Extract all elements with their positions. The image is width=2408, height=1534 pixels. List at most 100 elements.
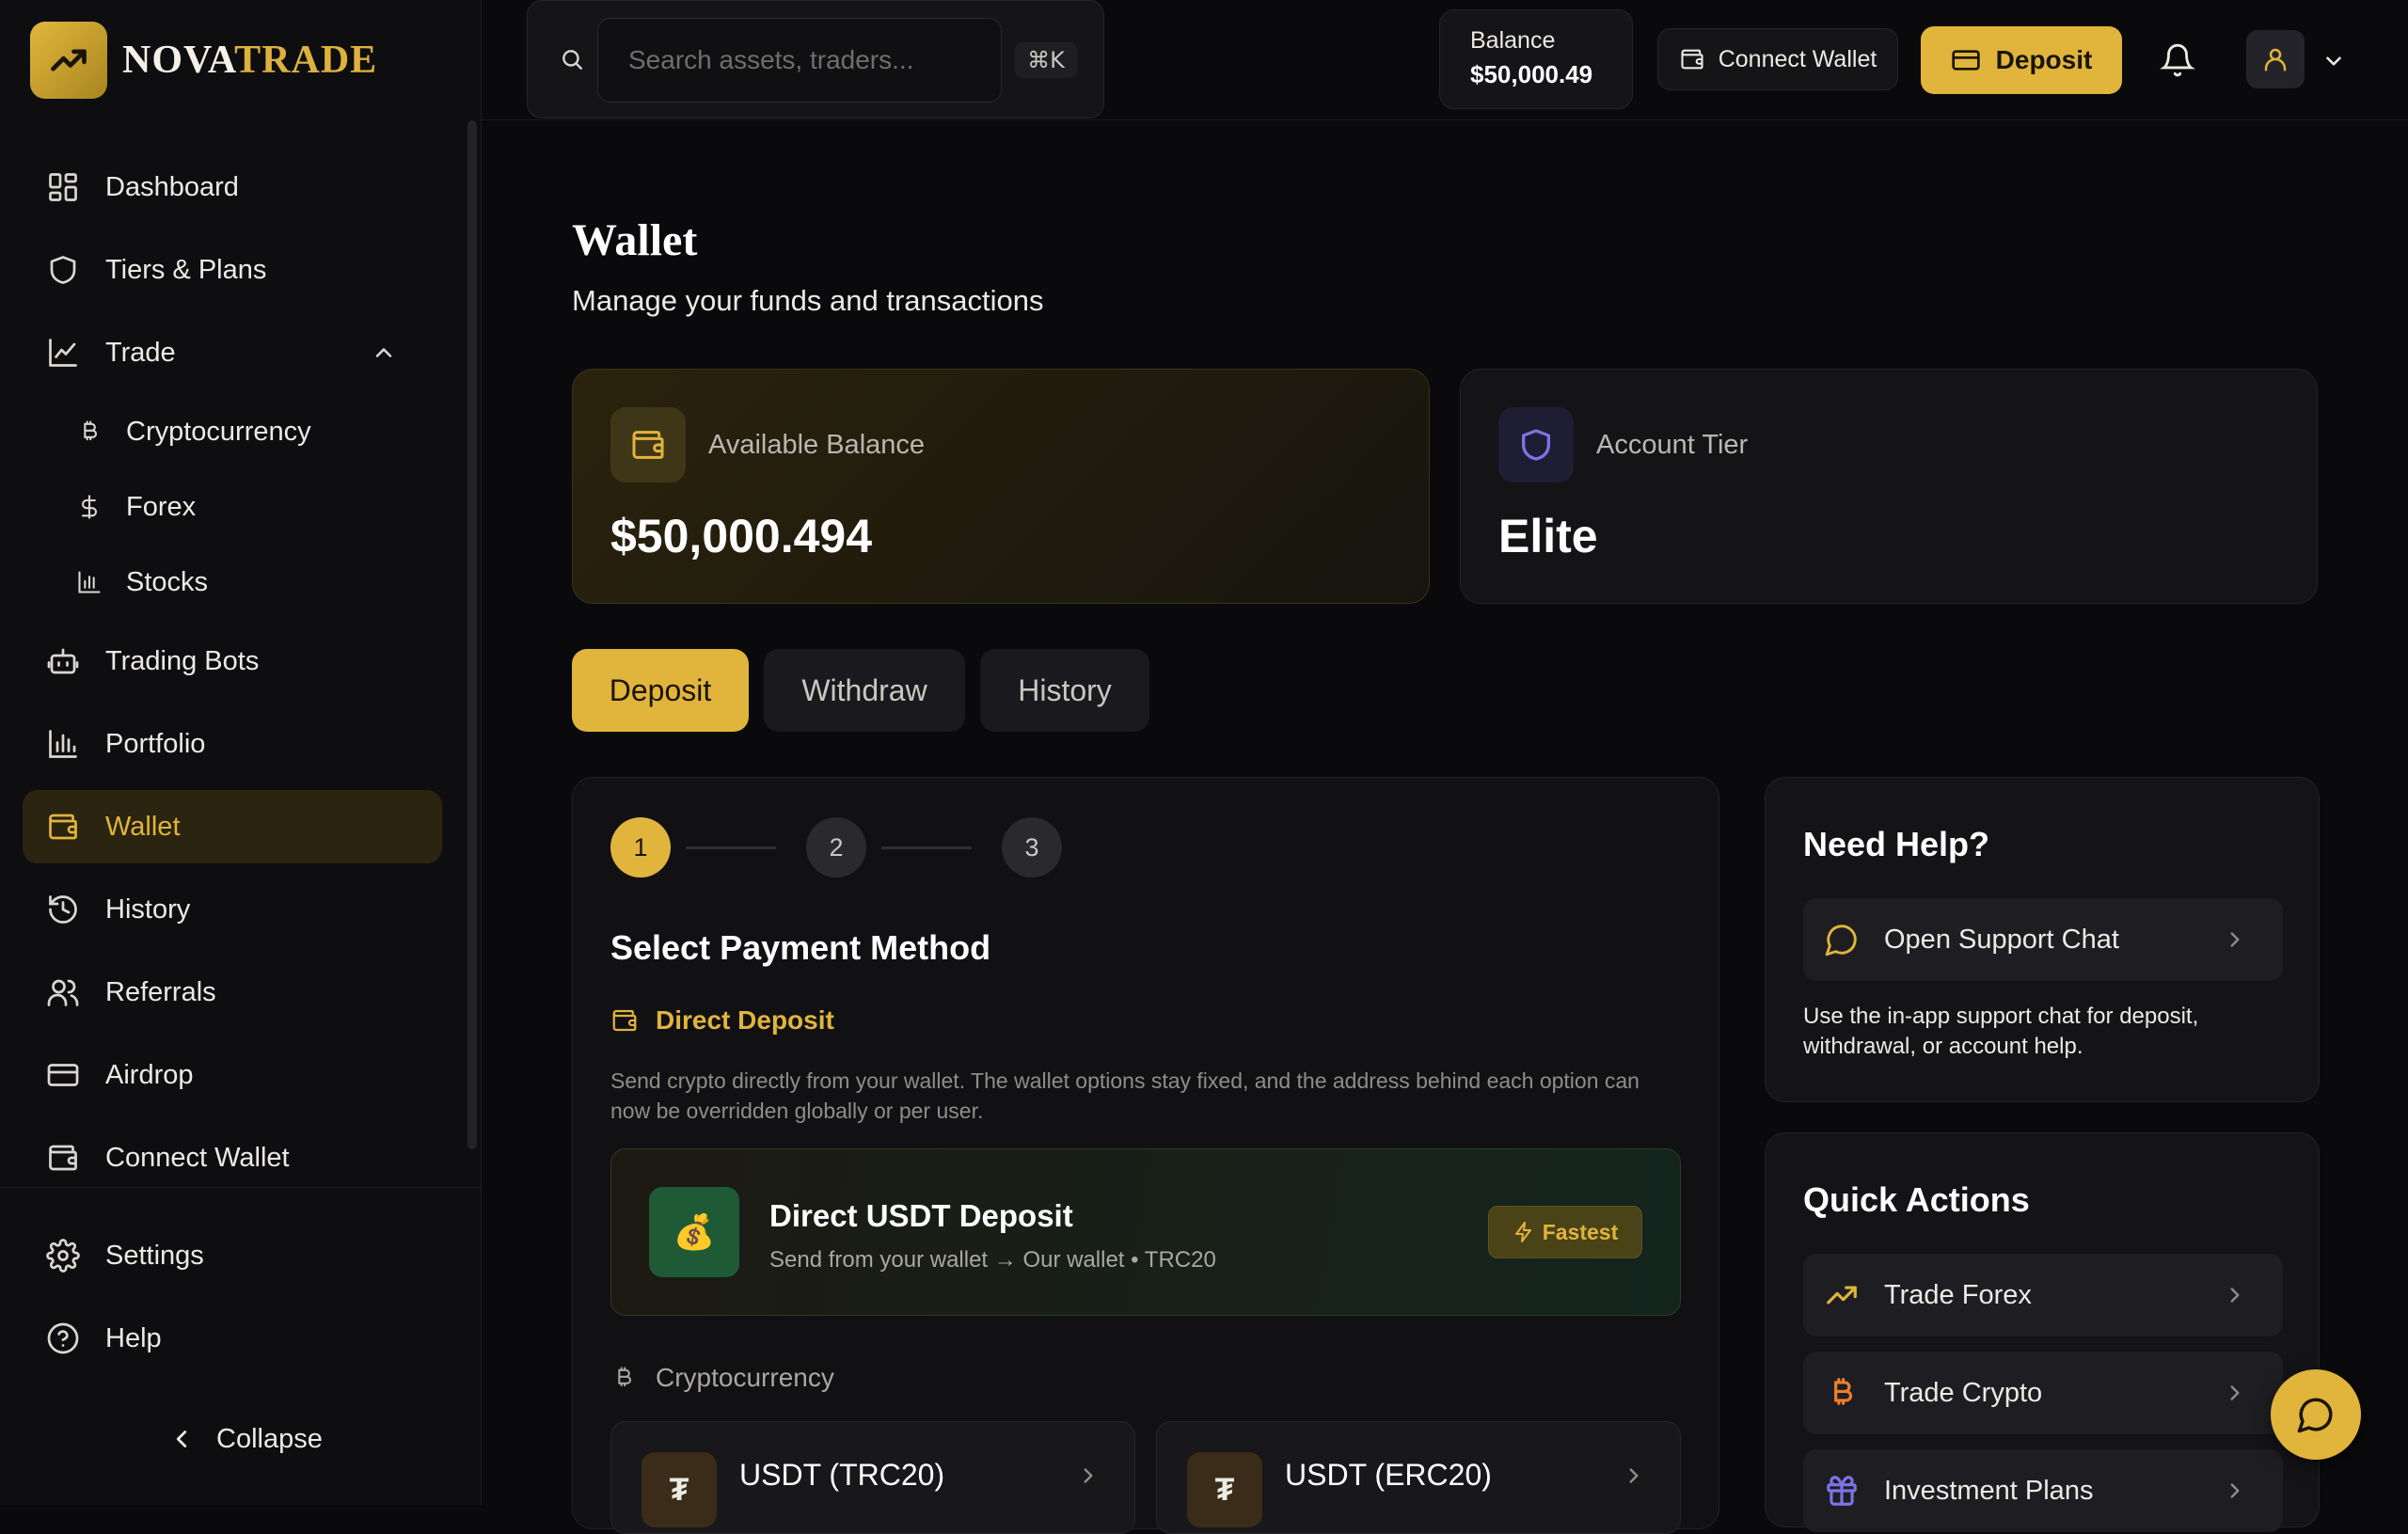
need-help-card: Need Help? Open Support Chat Use the in-… — [1765, 777, 2320, 1102]
sidebar-scrollbar[interactable] — [464, 120, 481, 1149]
chevron-right-icon — [2223, 927, 2247, 952]
step-connector — [686, 846, 776, 849]
scrollbar-thumb[interactable] — [467, 120, 477, 1149]
search-bar: ⌘K — [527, 0, 1104, 119]
sidebar-item-history[interactable]: History — [23, 873, 442, 946]
sidebar-item-connect-wallet[interactable]: Connect Wallet — [23, 1121, 442, 1194]
sidebar-item-label: Referrals — [105, 976, 216, 1007]
balance-label: Balance — [1470, 27, 1556, 54]
account-tier-card: Account Tier Elite — [1460, 369, 2318, 604]
lightning-icon — [1513, 1221, 1535, 1243]
direct-deposit-heading: Direct Deposit — [610, 1005, 834, 1036]
sidebar-subitem-label: Stocks — [126, 566, 209, 597]
support-chat-fab[interactable] — [2271, 1369, 2361, 1460]
help-icon — [45, 1321, 81, 1356]
bitcoin-icon — [75, 418, 103, 446]
bar-chart-icon — [45, 726, 81, 762]
sidebar-item-label: Portfolio — [105, 728, 206, 759]
wallet-tabs: Deposit Withdraw History — [572, 649, 1164, 732]
direct-usdt-deposit-option[interactable]: 💰 Direct USDT Deposit Send from your wal… — [610, 1148, 1681, 1316]
coin-option-usdt-trc20[interactable]: ₮ USDT (TRC20) — [610, 1421, 1135, 1534]
cryptocurrency-label: Cryptocurrency — [656, 1363, 834, 1392]
need-help-title: Need Help? — [1803, 825, 1990, 863]
quick-action-label: Trade Forex — [1884, 1279, 2032, 1310]
sidebar-item-referrals[interactable]: Referrals — [23, 956, 442, 1029]
chat-icon — [2296, 1395, 2336, 1434]
chat-icon — [1824, 922, 1860, 957]
tab-deposit[interactable]: Deposit — [572, 649, 749, 732]
available-balance-card: Available Balance $50,000.494 — [572, 369, 1430, 604]
quick-actions-card: Quick Actions Trade Forex Trade Crypto I… — [1765, 1132, 2320, 1532]
wallet-icon — [45, 809, 81, 845]
deposit-button[interactable]: Deposit — [1921, 26, 2122, 94]
sidebar-item-tiers[interactable]: Tiers & Plans — [23, 233, 442, 307]
dollar-icon — [75, 493, 103, 521]
brand-name: NOVATRADE — [122, 38, 377, 83]
coin-option-usdt-erc20[interactable]: ₮ USDT (ERC20) — [1156, 1421, 1681, 1534]
sidebar-item-dashboard[interactable]: Dashboard — [23, 150, 442, 224]
sidebar-item-help[interactable]: Help — [23, 1302, 442, 1375]
usdt-option-title: Direct USDT Deposit — [769, 1198, 1073, 1233]
bell-icon[interactable] — [2160, 41, 2195, 79]
open-support-chat-button[interactable]: Open Support Chat — [1803, 898, 2283, 981]
sidebar-item-trade[interactable]: Trade — [23, 316, 442, 389]
open-support-chat-label: Open Support Chat — [1884, 924, 2119, 955]
chevron-right-icon — [1622, 1463, 1646, 1488]
usdt-option-subtitle: Send from your wallet → Our wallet • TRC… — [769, 1247, 1216, 1273]
sidebar-subitem-cryptocurrency[interactable]: Cryptocurrency — [75, 399, 311, 465]
sidebar-item-label: Help — [105, 1322, 162, 1353]
chevron-right-icon — [2223, 1479, 2247, 1503]
tether-icon: ₮ — [1187, 1452, 1262, 1527]
sidebar-subitem-label: Cryptocurrency — [126, 416, 311, 447]
chevron-right-icon — [1076, 1463, 1101, 1488]
need-help-description: Use the in-app support chat for deposit,… — [1803, 1004, 2199, 1059]
chevron-up-icon[interactable] — [371, 340, 397, 366]
available-balance-value: $50,000.494 — [610, 510, 873, 562]
quick-action-trade-crypto[interactable]: Trade Crypto — [1803, 1352, 2283, 1434]
sidebar-subitem-forex[interactable]: Forex — [75, 474, 196, 540]
tab-withdraw[interactable]: Withdraw — [764, 649, 965, 732]
quick-action-label: Investment Plans — [1884, 1475, 2094, 1506]
trending-up-icon — [30, 22, 107, 99]
sidebar-item-portfolio[interactable]: Portfolio — [23, 707, 442, 781]
gift-icon — [1824, 1473, 1860, 1509]
balance-value: $50,000.49 — [1470, 60, 1593, 88]
gear-icon — [45, 1238, 81, 1273]
dashboard-icon — [45, 169, 81, 205]
step-indicator: 1 — [610, 817, 671, 878]
sidebar-item-label: Settings — [105, 1240, 204, 1271]
sidebar-item-trading-bots[interactable]: Trading Bots — [23, 625, 442, 698]
sidebar-subitem-label: Forex — [126, 491, 197, 522]
sidebar-item-wallet[interactable]: Wallet — [23, 790, 442, 863]
avatar[interactable] — [2246, 30, 2305, 88]
brand-logo[interactable]: NOVATRADE — [30, 22, 377, 99]
sidebar-subitem-stocks[interactable]: Stocks — [75, 549, 208, 615]
deposit-label: Deposit — [1995, 45, 2093, 74]
bot-icon — [45, 643, 81, 679]
quick-action-investment-plans[interactable]: Investment Plans — [1803, 1449, 2283, 1532]
search-icon — [560, 47, 586, 73]
balance-summary: Balance $50,000.49 — [1439, 9, 1633, 109]
sidebar-divider — [0, 1187, 482, 1188]
brand-name-b: TRADE — [234, 39, 378, 82]
search-input[interactable] — [597, 18, 1002, 103]
sidebar-item-settings[interactable]: Settings — [23, 1219, 442, 1292]
step-indicator: 2 — [806, 817, 866, 878]
chevron-right-icon — [2223, 1283, 2247, 1307]
wallet-icon — [610, 1006, 639, 1035]
quick-action-trade-forex[interactable]: Trade Forex — [1803, 1254, 2283, 1336]
sidebar-item-airdrop[interactable]: Airdrop — [23, 1038, 442, 1112]
page-title: Wallet — [572, 215, 698, 265]
direct-deposit-title: Direct Deposit — [656, 1005, 834, 1035]
section-title: Select Payment Method — [610, 928, 991, 967]
keyboard-shortcut-badge: ⌘K — [1015, 42, 1077, 78]
step-connector — [881, 846, 972, 849]
sidebar-item-label: Airdrop — [105, 1059, 194, 1090]
collapse-button[interactable]: Collapse — [167, 1411, 323, 1467]
shield-icon — [45, 252, 81, 288]
direct-deposit-description: Send crypto directly from your wallet. T… — [610, 1068, 1640, 1123]
connect-wallet-button[interactable]: Connect Wallet — [1657, 28, 1898, 90]
user-icon — [2261, 45, 2289, 73]
chevron-down-icon[interactable] — [2321, 49, 2346, 73]
tab-history[interactable]: History — [980, 649, 1149, 732]
